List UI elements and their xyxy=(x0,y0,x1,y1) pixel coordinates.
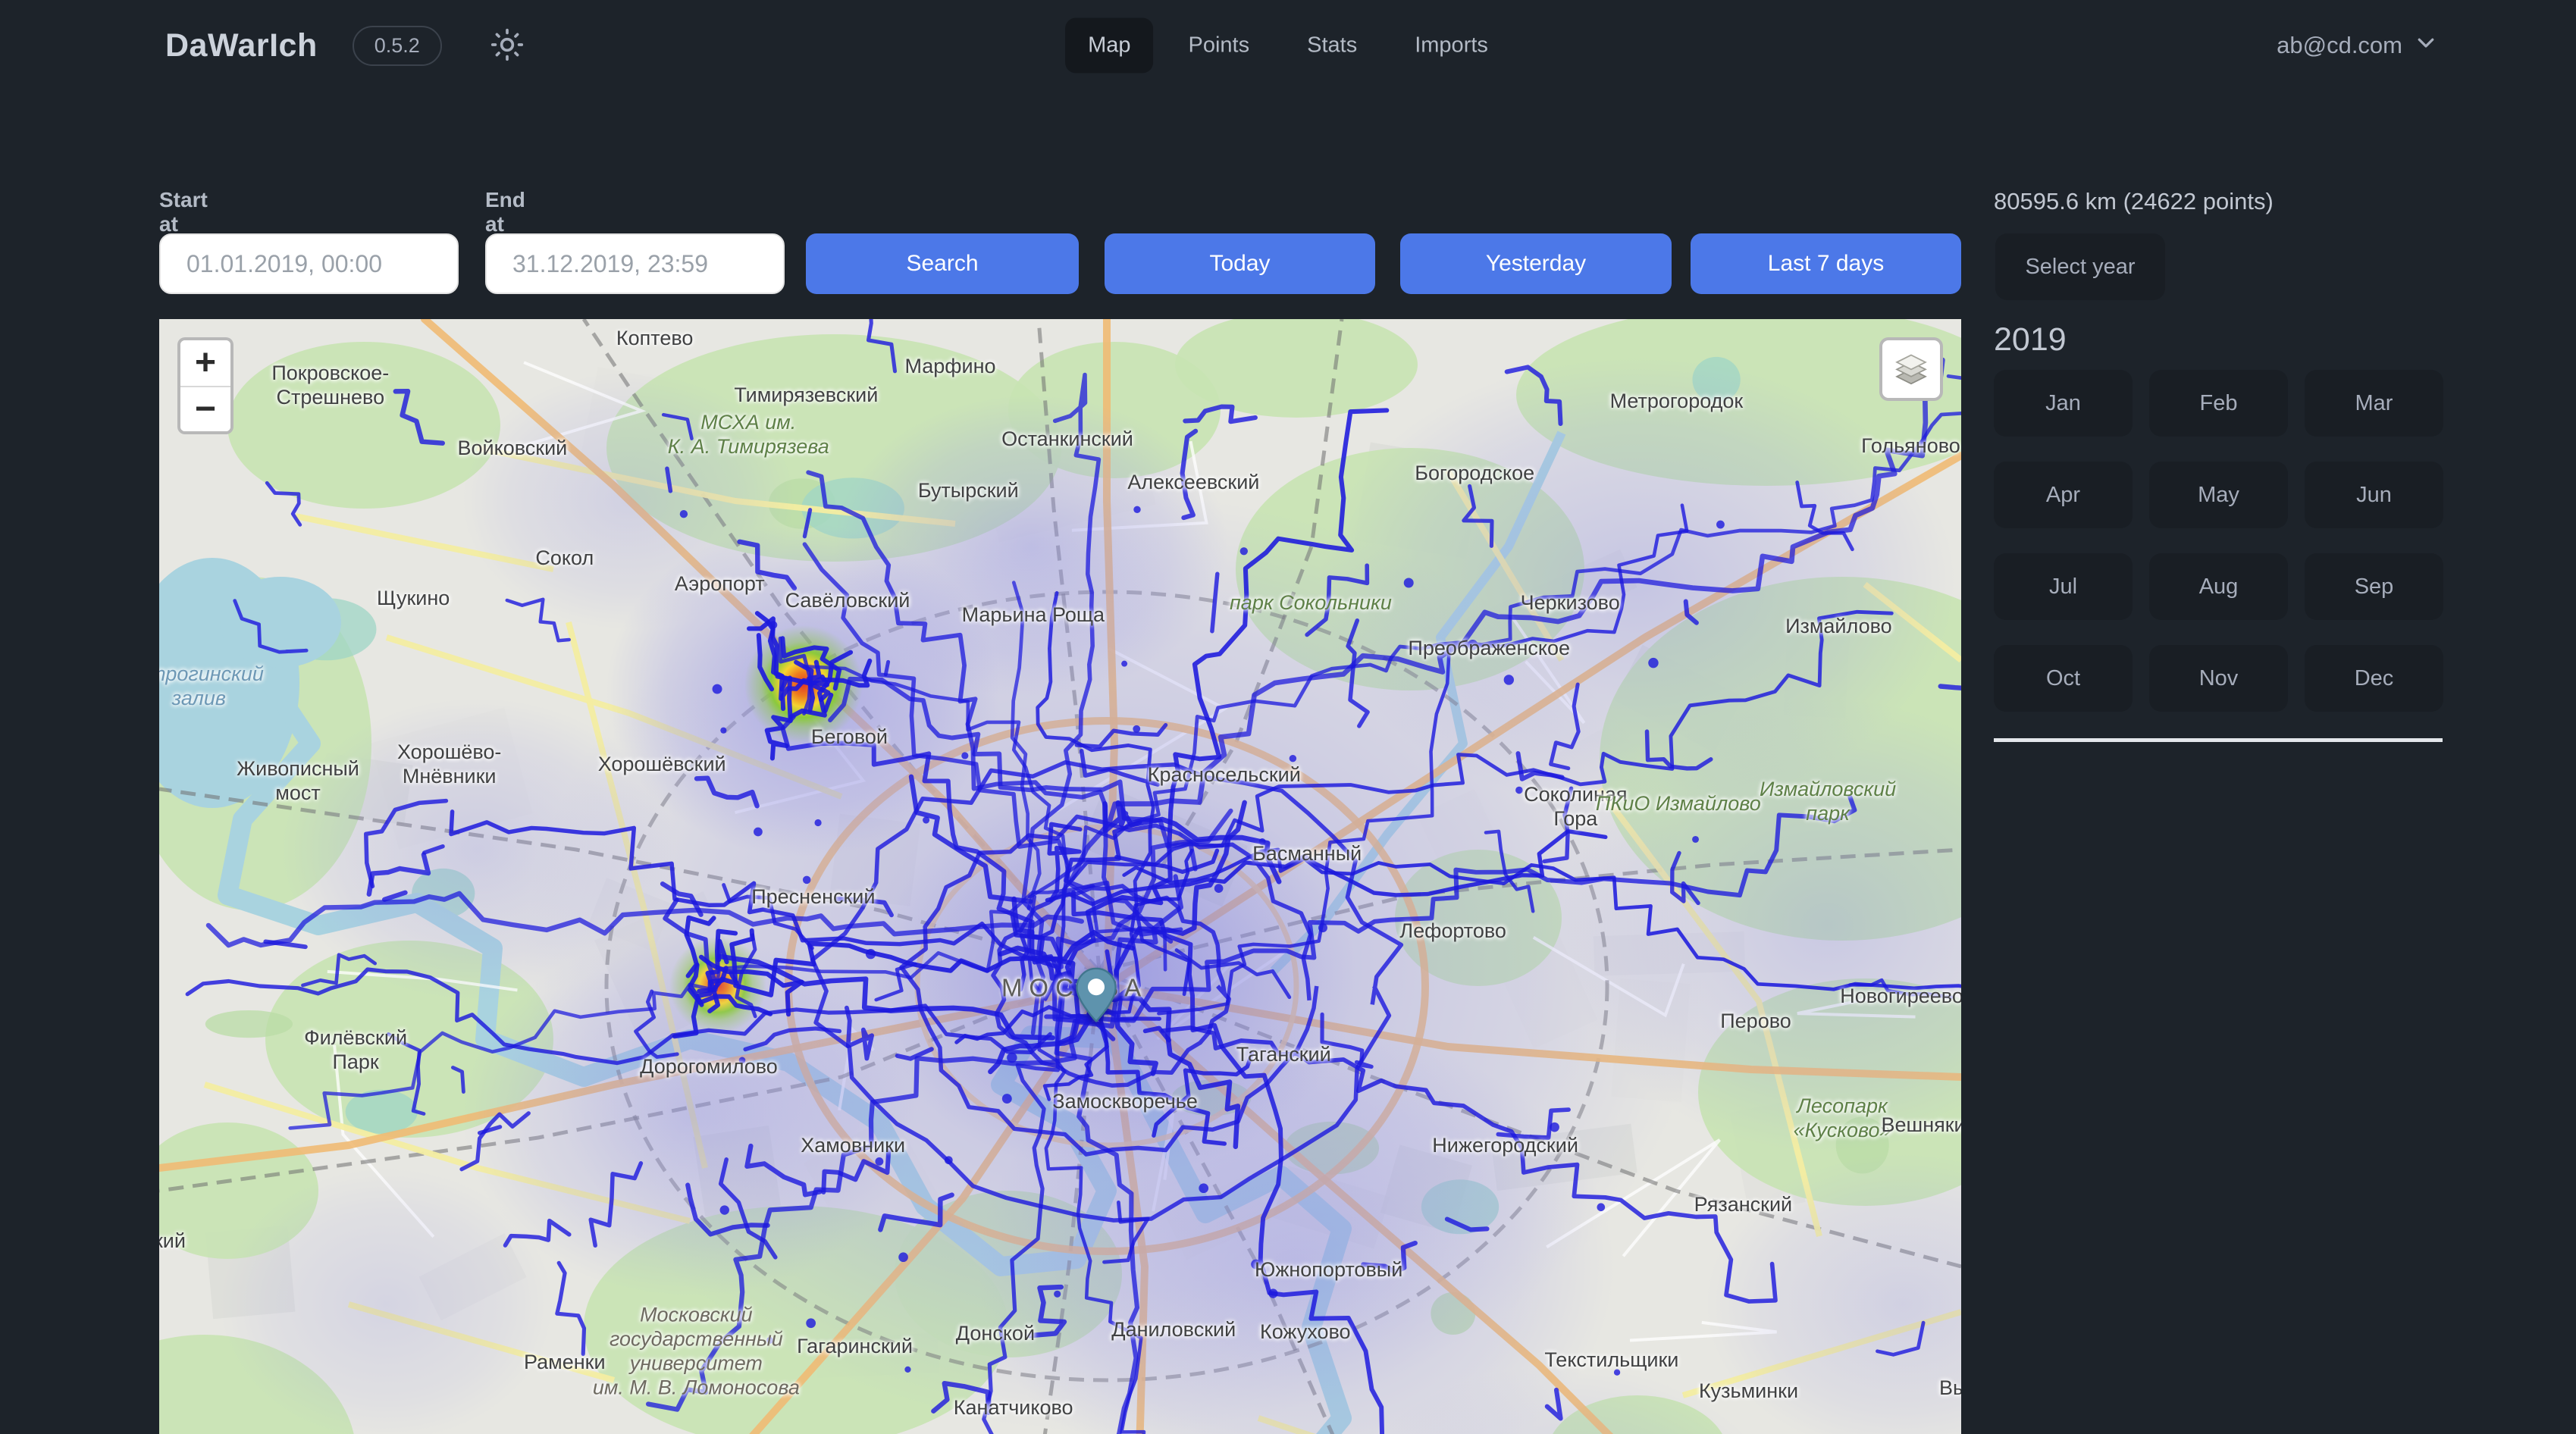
tab-stats[interactable]: Stats xyxy=(1284,18,1380,74)
today-button[interactable]: Today xyxy=(1105,233,1375,294)
last-7-days-button[interactable]: Last 7 days xyxy=(1691,233,1961,294)
zoom-in-button[interactable]: + xyxy=(180,340,230,386)
distance-summary: 80595.6 km (24622 points) xyxy=(1994,188,2274,215)
month-button-oct[interactable]: Oct xyxy=(1994,645,2133,712)
month-button-apr[interactable]: Apr xyxy=(1994,462,2133,528)
search-filters: Start at End at Search Today Yesterday L… xyxy=(159,188,1961,299)
top-navbar: DaWarIch 0.5.2 Map Points Stats Imports … xyxy=(0,0,2576,91)
map-graphics xyxy=(159,319,1961,1434)
right-sidebar: 80595.6 km (24622 points) Select year 20… xyxy=(1994,188,2444,749)
theme-toggle-button[interactable] xyxy=(486,27,528,64)
month-button-dec[interactable]: Dec xyxy=(2305,645,2443,712)
yesterday-button[interactable]: Yesterday xyxy=(1400,233,1672,294)
month-button-mar[interactable]: Mar xyxy=(2305,370,2443,437)
month-button-jul[interactable]: Jul xyxy=(1994,553,2133,620)
month-button-nov[interactable]: Nov xyxy=(2149,645,2288,712)
location-pin-marker[interactable] xyxy=(1076,968,1117,1026)
map-zoom-control: + − xyxy=(177,337,233,434)
user-menu[interactable]: ab@cd.com xyxy=(2277,31,2437,60)
month-button-aug[interactable]: Aug xyxy=(2149,553,2288,620)
month-button-sep[interactable]: Sep xyxy=(2305,553,2443,620)
start-at-input[interactable] xyxy=(159,233,459,294)
month-grid: Jan Feb Mar Apr May Jun Jul Aug Sep Oct … xyxy=(1994,370,2443,712)
zoom-out-button[interactable]: − xyxy=(180,386,230,431)
end-at-input[interactable] xyxy=(485,233,785,294)
month-button-feb[interactable]: Feb xyxy=(2149,370,2288,437)
year-heading: 2019 xyxy=(1994,321,2067,358)
tab-points[interactable]: Points xyxy=(1166,18,1273,74)
month-button-jun[interactable]: Jun xyxy=(2305,462,2443,528)
layers-icon xyxy=(1891,348,1931,391)
map-canvas[interactable]: КоптевоПокровское- СтрешневоМарфиноТимир… xyxy=(159,319,1961,1434)
chevron-down-icon xyxy=(2415,31,2437,60)
start-at-label: Start at xyxy=(159,188,208,236)
version-badge: 0.5.2 xyxy=(353,26,442,66)
month-button-jan[interactable]: Jan xyxy=(1994,370,2133,437)
sun-icon xyxy=(490,28,524,64)
tab-map[interactable]: Map xyxy=(1065,18,1153,74)
app-logo[interactable]: DaWarIch xyxy=(165,27,318,64)
main-tabs: Map Points Stats Imports xyxy=(1059,18,1517,74)
search-button[interactable]: Search xyxy=(806,233,1079,294)
user-email: ab@cd.com xyxy=(2277,32,2402,59)
end-at-label: End at xyxy=(485,188,525,236)
layers-control[interactable] xyxy=(1879,337,1943,401)
month-button-may[interactable]: May xyxy=(2149,462,2288,528)
sidebar-divider xyxy=(1994,738,2443,742)
select-year-button[interactable]: Select year xyxy=(1995,233,2165,300)
tab-imports[interactable]: Imports xyxy=(1392,18,1511,74)
